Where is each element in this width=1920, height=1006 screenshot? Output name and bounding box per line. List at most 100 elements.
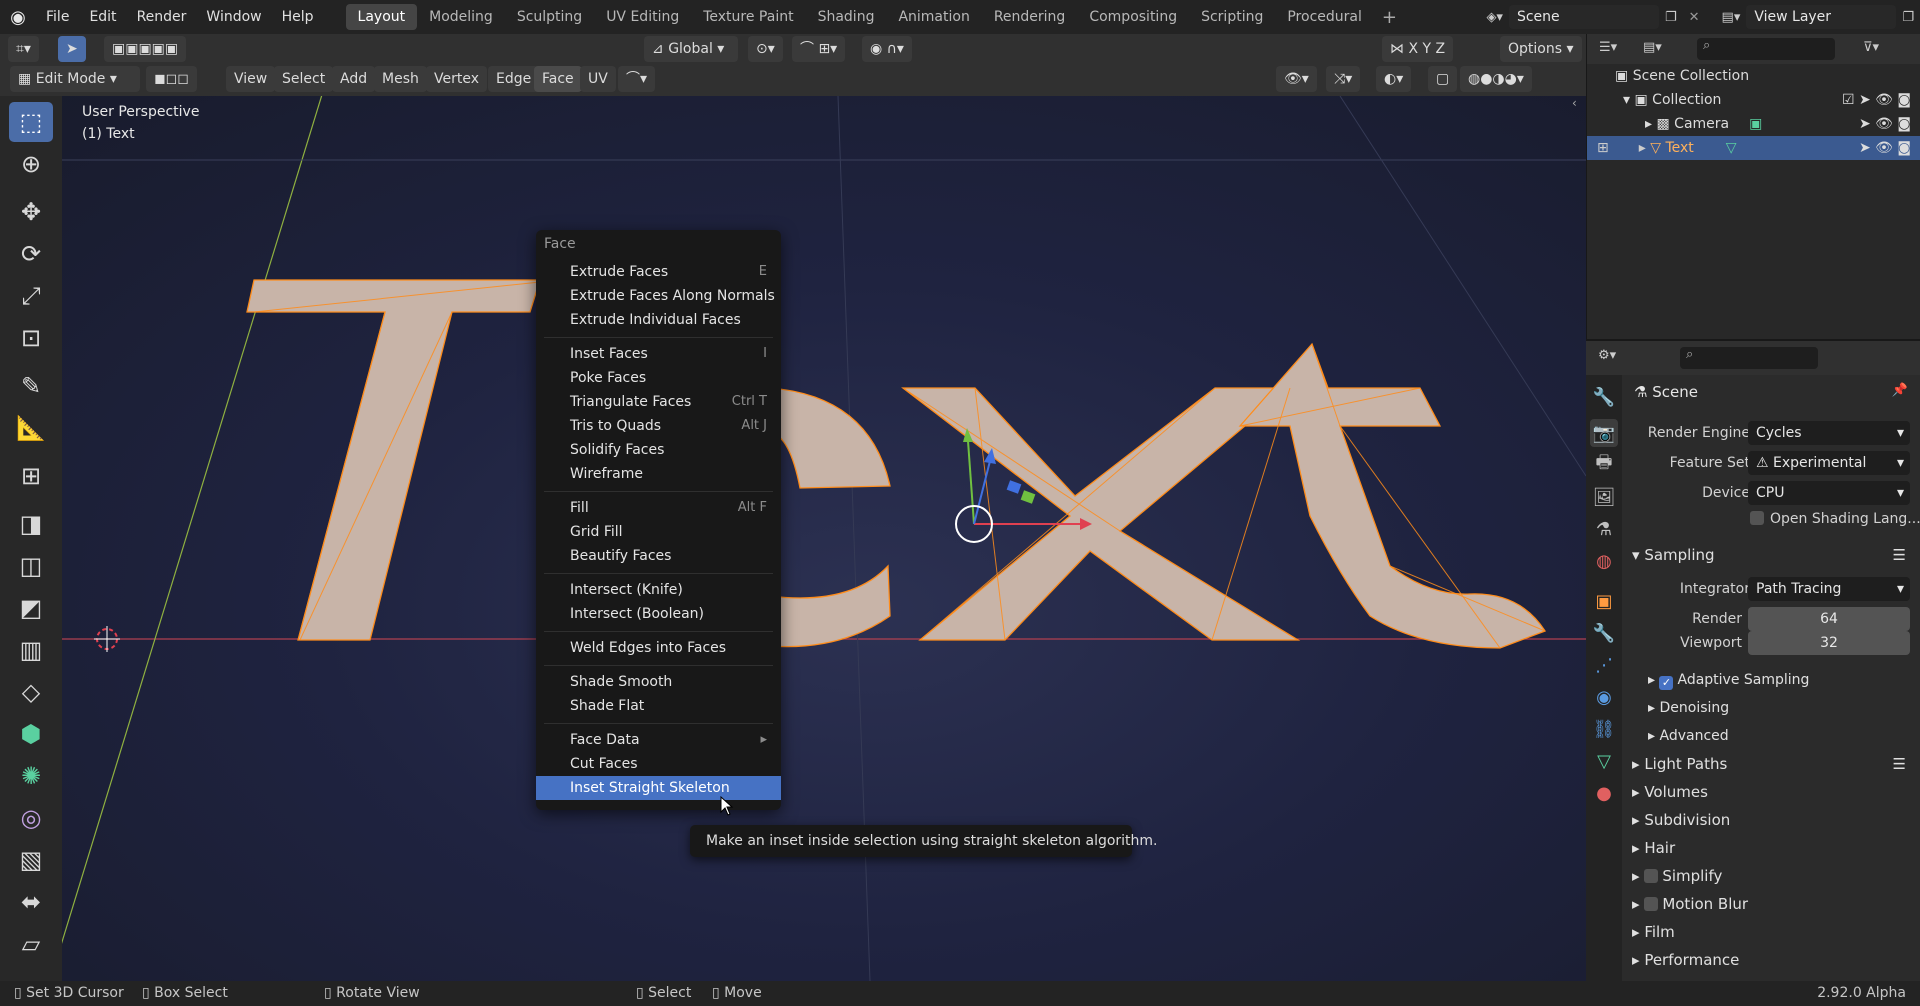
menu-vertex[interactable]: Vertex <box>426 66 488 92</box>
menu-item-inset-faces[interactable]: Inset Faces I <box>536 342 781 366</box>
menu-item-extrude-individual-faces[interactable]: Extrude Individual Faces <box>536 308 781 332</box>
overlays-icon[interactable]: ◐▾ <box>1376 66 1412 92</box>
menu-edit[interactable]: Edit <box>79 0 126 34</box>
transform-orientation-dropdown[interactable]: ⊿ Global ▾ <box>644 36 738 62</box>
panel-sampling[interactable]: ▾ Sampling ☰ <box>1632 541 1912 569</box>
panel-light-paths[interactable]: ▸ Light Paths ☰ <box>1632 750 1912 778</box>
overlay-toggle-icon[interactable]: ⌒▾ <box>618 66 656 92</box>
panel-volumes[interactable]: ▸ Volumes <box>1632 778 1912 806</box>
tab-sculpting[interactable]: Sculpting <box>505 4 594 30</box>
properties-search-input[interactable]: ⌕ <box>1680 347 1818 369</box>
menu-item-solidify-faces[interactable]: Solidify Faces <box>536 438 781 462</box>
menu-window[interactable]: Window <box>196 0 271 34</box>
smooth-icon[interactable]: ◎ <box>9 798 53 838</box>
menu-help[interactable]: Help <box>272 0 324 34</box>
tool-tab-icon[interactable]: 🔧 <box>1590 383 1618 411</box>
menu-item-poke-faces[interactable]: Poke Faces <box>536 366 781 390</box>
outliner-item-camera[interactable]: ▸ ▩ Camera ▣ ➤ 👁 ◙ <box>1587 112 1920 136</box>
editor-type-icon[interactable]: ⌗▾ <box>8 36 39 62</box>
loop-cut-icon[interactable]: ▥ <box>9 630 53 670</box>
tab-animation[interactable]: Animation <box>886 4 981 30</box>
physics-tab-icon[interactable]: ◉ <box>1590 683 1618 711</box>
panel-performance[interactable]: ▸ Performance <box>1632 946 1912 974</box>
tab-texture-paint[interactable]: Texture Paint <box>691 4 805 30</box>
constraints-tab-icon[interactable]: ⛓ <box>1590 715 1618 743</box>
proportional-edit-icon[interactable]: ◉ ∩▾ <box>862 36 912 62</box>
select-mode-icons[interactable]: ▣▣▣▣▣ <box>104 36 187 62</box>
scene-field[interactable]: Scene <box>1508 5 1659 29</box>
presets-icon[interactable]: ☰ <box>1893 750 1906 778</box>
menu-mesh[interactable]: Mesh <box>374 66 427 92</box>
menu-item-cut-faces[interactable]: Cut Faces <box>536 752 781 776</box>
properties-editor-icon[interactable]: ⚙▾ <box>1598 348 1616 363</box>
menu-item-extrude-faces-along-normals[interactable]: Extrude Faces Along Normals <box>536 284 781 308</box>
menu-item-tris-to-quads[interactable]: Tris to Quads Alt J <box>536 414 781 438</box>
pin-icon[interactable]: 📌 <box>1892 383 1908 398</box>
spin-icon[interactable]: ✺ <box>9 756 53 796</box>
shading-modes-icons[interactable]: ◍●◑◕▾ <box>1460 66 1532 92</box>
menu-item-intersect-knife[interactable]: Intersect (Knife) <box>536 578 781 602</box>
add-cube-icon[interactable]: ⊞ <box>9 456 53 496</box>
view-layer-tab-icon[interactable]: 🖼 <box>1590 483 1618 511</box>
checkbox-icon[interactable] <box>1750 511 1764 525</box>
particles-tab-icon[interactable]: ⋰ <box>1590 651 1618 679</box>
visibility-icon[interactable]: 👁▾ <box>1276 66 1317 92</box>
viewport-samples-field[interactable]: 32 <box>1748 631 1910 655</box>
filter-icon[interactable]: ⊽▾ <box>1863 40 1879 55</box>
material-tab-icon[interactable]: ● <box>1590 779 1618 807</box>
new-scene-icon[interactable]: ❐ <box>1659 10 1683 25</box>
measure-icon[interactable]: 📐 <box>9 408 53 448</box>
presets-icon[interactable]: ☰ <box>1893 541 1906 569</box>
object-tab-icon[interactable]: ▣ <box>1590 587 1618 615</box>
menu-select[interactable]: Select <box>274 66 334 92</box>
subpanel-advanced[interactable]: ▸ Advanced <box>1648 722 1912 750</box>
snap-icon[interactable]: ⌒ ⊞▾ <box>792 36 846 62</box>
panel-hair[interactable]: ▸ Hair <box>1632 834 1912 862</box>
tab-procedural[interactable]: Procedural <box>1275 4 1374 30</box>
text-visibility-icons[interactable]: ➤ 👁 ◙ <box>1859 136 1911 160</box>
scene-browse-icon[interactable]: ◈▾ <box>1480 10 1509 25</box>
panel-film[interactable]: ▸ Film <box>1632 918 1912 946</box>
menu-item-inset-straight-skeleton[interactable]: Inset Straight Skeleton <box>536 776 781 800</box>
bevel-icon[interactable]: ◩ <box>9 588 53 628</box>
mode-dropdown[interactable]: ▦ Edit Mode ▾ <box>10 66 140 92</box>
checkbox-icon[interactable] <box>1644 897 1659 911</box>
view-layer-browse-icon[interactable]: ▤▾ <box>1716 10 1747 25</box>
subpanel-denoising[interactable]: ▸ Denoising <box>1648 694 1912 722</box>
checkbox-checked-icon[interactable]: ✓ <box>1659 676 1674 690</box>
panel-motion-blur[interactable]: ▸ Motion Blur <box>1632 890 1912 918</box>
transform-icon[interactable]: ⊡ <box>9 318 53 358</box>
data-tab-icon[interactable]: ▽ <box>1590 747 1618 775</box>
menu-add[interactable]: Add <box>332 66 376 92</box>
device-dropdown[interactable]: CPU ▾ <box>1748 481 1910 505</box>
delete-scene-icon[interactable]: ✕ <box>1683 10 1706 25</box>
camera-visibility-icons[interactable]: ➤ 👁 ◙ <box>1859 112 1911 136</box>
menu-file[interactable]: File <box>36 0 79 34</box>
world-tab-icon[interactable]: ◍ <box>1590 547 1618 575</box>
view-layer-field[interactable]: View Layer <box>1746 5 1897 29</box>
menu-view[interactable]: View <box>226 66 276 92</box>
mirror-axes[interactable]: ⋈ X Y Z <box>1382 36 1454 62</box>
render-samples-field[interactable]: 64 <box>1748 607 1910 631</box>
expand-icon[interactable]: ▸ <box>1639 140 1650 156</box>
tab-scripting[interactable]: Scripting <box>1189 4 1275 30</box>
menu-item-shade-flat[interactable]: Shade Flat <box>536 694 781 718</box>
move-icon[interactable]: ✥ <box>9 192 53 232</box>
knife-icon[interactable]: ◇ <box>9 672 53 712</box>
menu-uv[interactable]: UV <box>580 66 616 92</box>
options-dropdown[interactable]: Options ▾ <box>1500 36 1582 62</box>
panel-simplify[interactable]: ▸ Simplify <box>1632 862 1912 890</box>
menu-item-wireframe[interactable]: Wireframe <box>536 462 781 486</box>
display-mode-icon[interactable]: ▤▾ <box>1643 40 1662 55</box>
outliner-search-input[interactable]: ⌕ <box>1697 38 1835 60</box>
panel-subdivision[interactable]: ▸ Subdivision <box>1632 806 1912 834</box>
scale-icon[interactable]: ⤢ <box>9 276 53 316</box>
menu-item-grid-fill[interactable]: Grid Fill <box>536 520 781 544</box>
blender-logo-icon[interactable]: ◉ <box>0 7 36 28</box>
expand-icon[interactable]: ▾ <box>1623 92 1634 108</box>
xray-icon[interactable]: ▢ <box>1428 66 1458 92</box>
outliner-editor-icon[interactable]: ☰▾ <box>1599 40 1617 55</box>
tab-compositing[interactable]: Compositing <box>1077 4 1189 30</box>
annotate-icon[interactable]: ✎ <box>9 366 53 406</box>
edit-mode-toggle-icon[interactable]: ⊞ <box>1597 140 1609 156</box>
